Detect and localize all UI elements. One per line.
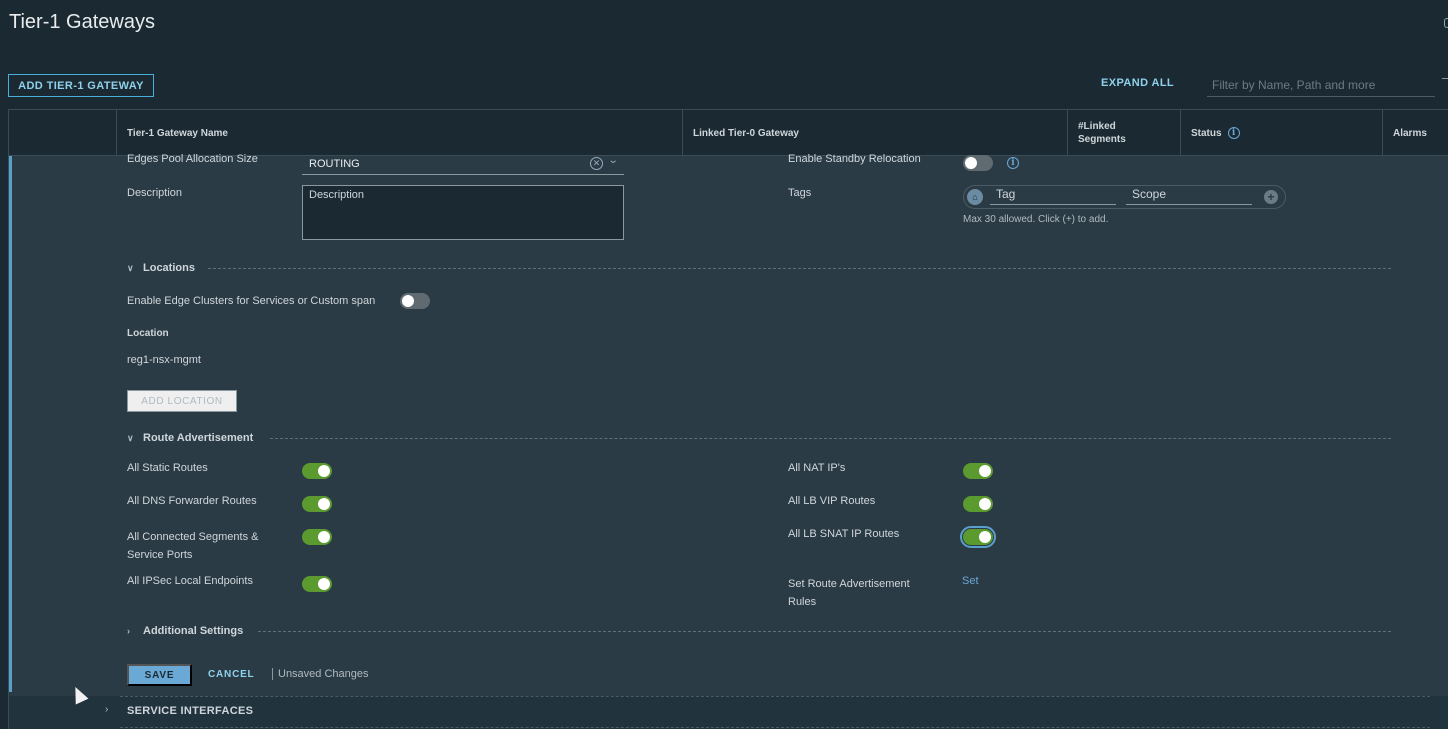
all-connected-segments-toggle[interactable]: [302, 529, 332, 545]
toggle-knob: [318, 465, 330, 477]
row-divider: [120, 727, 1430, 728]
grid-header: Tier-1 Gateway Name Linked Tier-0 Gatewa…: [9, 110, 1448, 156]
all-static-routes-label: All Static Routes: [127, 462, 208, 474]
location-column-header: Location: [127, 328, 169, 339]
status-info-icon[interactable]: i: [1227, 127, 1240, 139]
all-ipsec-local-endpoints-toggle[interactable]: [302, 576, 332, 592]
column-header-status-label: Status: [1191, 127, 1222, 139]
route-advertisement-section-header[interactable]: ∨ Route Advertisement: [127, 432, 253, 444]
chevron-down-icon: ∨: [127, 262, 134, 273]
filter-input[interactable]: [1207, 74, 1435, 97]
filter-icon[interactable]: [1442, 78, 1448, 79]
edge-clusters-label: Enable Edge Clusters for Services or Cus…: [127, 295, 376, 307]
toggle-knob: [318, 578, 330, 590]
row-selected-accent: [9, 156, 12, 692]
chevron-down-icon: ∨: [127, 432, 134, 443]
toggle-knob: [318, 531, 330, 543]
all-dns-forwarder-routes-toggle[interactable]: [302, 496, 332, 512]
edges-pool-select[interactable]: ROUTING: [302, 153, 624, 175]
locations-title: Locations: [143, 262, 195, 274]
toggle-knob: [979, 498, 991, 510]
tag-input[interactable]: Tag: [990, 187, 1116, 205]
column-header-linked-segments[interactable]: #Linked Segments: [1067, 110, 1180, 156]
all-connected-segments-label: All Connected Segments & Service Ports: [127, 531, 259, 561]
clear-icon[interactable]: ✕: [590, 157, 603, 170]
all-nat-ips-label: All NAT IP's: [788, 462, 846, 474]
row-divider: [120, 696, 1430, 697]
locations-section-header[interactable]: ∨ Locations: [127, 262, 195, 274]
all-nat-ips-toggle[interactable]: [963, 463, 993, 479]
cancel-button[interactable]: CANCEL: [208, 669, 254, 680]
page-title: Tier-1 Gateways: [9, 11, 155, 33]
chevron-right-icon[interactable]: ›: [105, 704, 108, 715]
add-tag-icon[interactable]: +: [1264, 190, 1278, 204]
description-label: Description: [127, 187, 183, 199]
toggle-knob: [402, 295, 414, 307]
gateway-edit-panel: [9, 156, 1448, 696]
all-static-routes-toggle[interactable]: [302, 463, 332, 479]
edges-pool-label: Edges Pool Allocation Size: [127, 153, 258, 165]
all-lb-vip-routes-label: All LB VIP Routes: [788, 495, 876, 507]
column-header-name[interactable]: Tier-1 Gateway Name: [116, 110, 682, 156]
column-header-alarms[interactable]: Alarms: [1382, 110, 1448, 156]
column-header-linked-segments-label: #Linked Segments: [1078, 121, 1126, 145]
column-header-linked-tier0[interactable]: Linked Tier-0 Gateway: [682, 110, 1067, 156]
standby-info-icon[interactable]: i: [1007, 157, 1019, 169]
chevron-down-icon[interactable]: ⌄: [608, 155, 619, 166]
section-divider: [258, 631, 1391, 632]
standby-relocation-toggle[interactable]: [963, 155, 993, 171]
toggle-knob: [979, 531, 991, 543]
chevron-right-icon: ›: [127, 626, 130, 636]
add-location-button[interactable]: ADD LOCATION: [127, 390, 237, 412]
toggle-knob: [979, 465, 991, 477]
tags-label: Tags: [788, 187, 812, 199]
tag-icon: ⌂: [967, 189, 983, 205]
column-header-status[interactable]: Status i: [1180, 110, 1382, 156]
additional-settings-title: Additional Settings: [143, 625, 244, 637]
section-divider: [270, 438, 1391, 439]
description-textarea[interactable]: Description: [302, 185, 624, 240]
additional-settings-section-header[interactable]: › Additional Settings: [127, 625, 243, 637]
all-lb-snat-ip-routes-label: All LB SNAT IP Routes: [788, 528, 900, 540]
all-lb-vip-routes-toggle[interactable]: [963, 496, 993, 512]
route-advertisement-title: Route Advertisement: [143, 432, 254, 444]
toggle-knob: [965, 157, 977, 169]
standby-relocation-label: Enable Standby Relocation: [788, 153, 921, 165]
edges-pool-value: ROUTING: [309, 157, 360, 170]
all-lb-snat-ip-routes-toggle[interactable]: [960, 526, 996, 548]
location-value: reg1-nsx-mgmt: [127, 354, 201, 366]
toggle-knob: [318, 498, 330, 510]
all-dns-forwarder-routes-label: All DNS Forwarder Routes: [127, 495, 257, 507]
service-interfaces-title[interactable]: SERVICE INTERFACES: [127, 705, 253, 717]
column-header-expand: [9, 110, 116, 156]
route-advertisement-rules-label: Set Route Advertisement Rules: [788, 578, 910, 608]
scope-input[interactable]: Scope: [1126, 187, 1252, 205]
tags-hint: Max 30 allowed. Click (+) to add.: [963, 214, 1109, 225]
set-rules-link[interactable]: Set: [962, 575, 979, 587]
save-button[interactable]: SAVE: [127, 664, 192, 686]
add-tier1-gateway-button[interactable]: ADD TIER-1 GATEWAY: [8, 74, 154, 97]
unsaved-changes-text: Unsaved Changes: [272, 668, 369, 680]
section-divider: [208, 268, 1391, 269]
expand-all-link[interactable]: EXPAND ALL: [1101, 77, 1174, 89]
all-ipsec-local-endpoints-label: All IPSec Local Endpoints: [127, 575, 253, 587]
overflow-indicator-icon: [1444, 18, 1448, 28]
edge-clusters-toggle[interactable]: [400, 293, 430, 309]
